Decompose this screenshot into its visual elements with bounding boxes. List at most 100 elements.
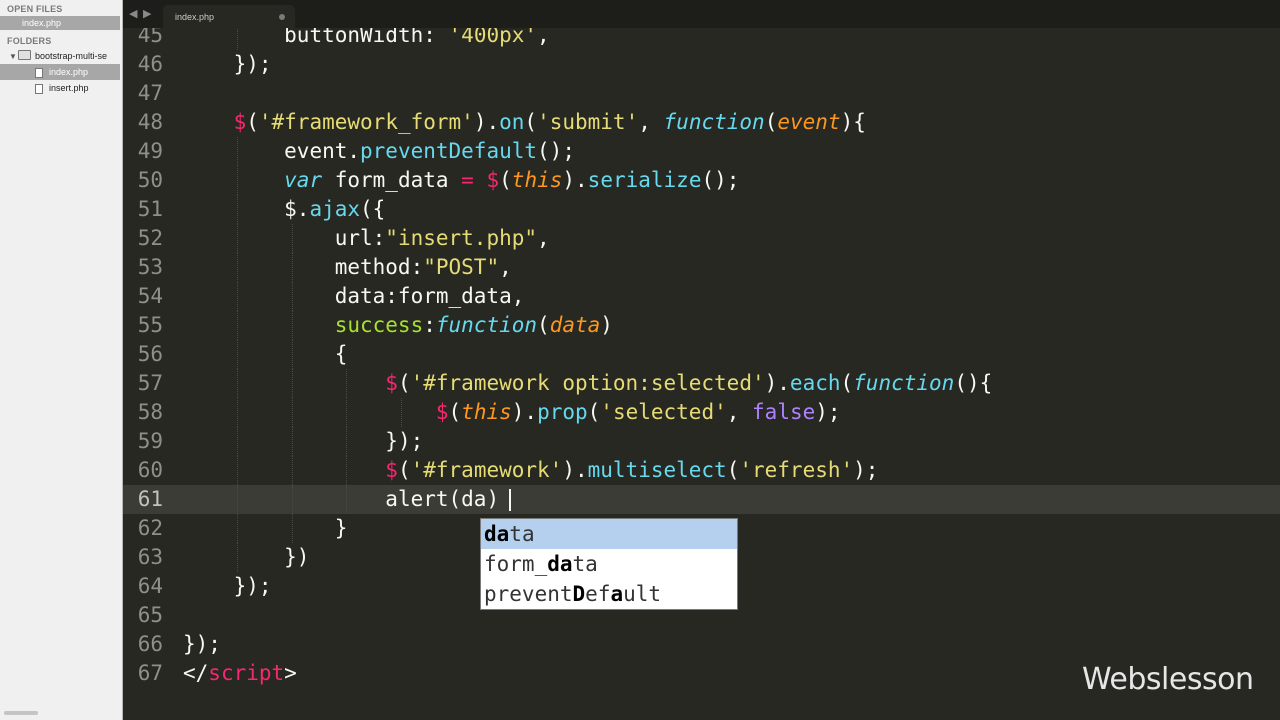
code-token: ( [537,313,550,337]
tab-label: index.php [175,12,215,22]
code-line[interactable]: 53 method:"POST", [123,253,1280,282]
code-token: $. [284,197,310,221]
code-line[interactable]: 48 $('#framework_form').on('submit', fun… [123,108,1280,137]
code-token: (); [537,139,575,163]
code-token: (){ [954,371,993,395]
line-number: 47 [137,81,163,105]
folders-header: FOLDERS [7,36,52,46]
code-token: false [752,400,816,424]
code-token: serialize [587,168,702,192]
code-line[interactable]: 57 $('#framework option:selected').each(… [123,369,1280,398]
code-editor[interactable]: 45 buttonWidth: '400px', 46 }); 47 48 $('#f… [123,28,1280,720]
code-line[interactable]: 49 event.preventDefault(); [123,137,1280,166]
code-token: </ [183,661,209,685]
code-token: 'selected' [600,400,727,424]
code-line[interactable]: 50 var form_data = $(this).serialize(); [123,166,1280,195]
code-token: ); [853,458,879,482]
code-text: buttonWidth: '400px', [183,28,550,50]
code-token: ( [499,168,512,192]
code-token: buttonWidth: [284,28,436,47]
code-text: } [183,514,348,543]
autocomplete-item[interactable]: data [481,519,737,549]
code-token: data [549,313,601,337]
sidebar-file-index[interactable]: index.php [0,64,120,80]
code-token: > [284,661,297,685]
completion-text: ta [509,522,535,546]
autocomplete-item[interactable]: form_data [481,549,737,579]
line-number: 67 [137,661,163,685]
code-token: ). [562,168,588,192]
line-number: 46 [137,52,163,76]
file-icon [35,84,43,94]
code-token: , [638,110,664,134]
code-token: : [423,313,436,337]
code-token: }); [385,429,424,453]
code-text: $('#framework option:selected').each(fun… [183,369,992,398]
code-token: ( [397,371,411,395]
code-token: ( [397,458,411,482]
line-number: 63 [137,545,163,569]
line-number: 49 [137,139,163,163]
code-token: alert(da) [385,487,500,511]
code-token: } [334,516,348,540]
code-text: }) [183,543,309,572]
code-line[interactable]: 55 success:function(data) [123,311,1280,340]
code-text: </script> [183,659,297,688]
code-token: '#framework' [410,458,563,482]
code-token: }); [233,574,272,598]
folder-item-project[interactable]: ▼ bootstrap-multi-se [0,48,122,64]
completion-text: form_ [484,552,548,576]
tab-index-php[interactable]: index.php [163,5,295,28]
code-line[interactable]: 52 url:"insert.php", [123,224,1280,253]
code-token: $ [385,371,398,395]
code-token: { [334,342,348,366]
code-token: ajax [309,197,361,221]
sidebar: OPEN FILES index.php FOLDERS ▼ bootstrap-… [0,0,123,720]
code-text: $('#framework').multiselect('refresh'); [183,456,878,485]
code-line[interactable]: 46 }); [123,50,1280,79]
code-token: }) [284,545,310,569]
code-line[interactable]: 45 buttonWidth: '400px', [123,28,1280,50]
code-token: "POST" [423,255,500,279]
code-text: $.ajax({ [183,195,385,224]
code-line[interactable]: 58 $(this).prop('selected', false); [123,398,1280,427]
code-line[interactable]: 59 }); [123,427,1280,456]
arrow-left-icon[interactable]: ◀ [129,7,137,20]
code-token: ). [562,458,588,482]
code-token: , [537,226,550,250]
code-token: $ [233,110,247,134]
sidebar-file-insert[interactable]: insert.php [0,80,122,96]
completion-text: da [547,552,573,576]
autocomplete-popup[interactable]: data form_data preventDefault [480,518,738,610]
code-token: event [777,110,841,134]
line-number: 61 [137,487,163,511]
code-line[interactable]: 56 { [123,340,1280,369]
code-token: function [663,110,765,134]
code-line[interactable]: 66}); [123,630,1280,659]
chevron-down-icon[interactable]: ▼ [9,49,18,64]
code-line[interactable]: 51 $.ajax({ [123,195,1280,224]
code-token: ( [764,110,778,134]
code-token: }); [183,632,221,656]
code-token: }); [233,52,272,76]
code-token: data:form_data, [334,284,525,308]
code-line[interactable]: 47 [123,79,1280,108]
code-line[interactable]: 54 data:form_data, [123,282,1280,311]
code-token: ). [764,371,790,395]
code-text: $('#framework_form').on('submit', functi… [183,108,866,137]
code-text: }); [183,427,423,456]
code-line[interactable]: 61 alert(da) [123,485,1280,514]
watermark: Webslesson [1082,662,1254,697]
line-number: 62 [137,516,163,540]
code-text: }); [183,50,272,79]
autocomplete-item[interactable]: preventDefault [481,579,737,609]
line-number: 52 [137,226,163,250]
folder-label: bootstrap-multi-se [35,51,108,61]
sidebar-scrollbar[interactable] [4,711,38,715]
code-line[interactable]: 60 $('#framework').multiselect('refresh'… [123,456,1280,485]
open-file-item-index[interactable]: index.php [0,16,120,30]
arrow-right-icon[interactable]: ▶ [143,7,151,20]
code-text: method:"POST", [183,253,512,282]
unsaved-dot-icon[interactable] [279,14,285,20]
text-cursor [509,489,512,511]
